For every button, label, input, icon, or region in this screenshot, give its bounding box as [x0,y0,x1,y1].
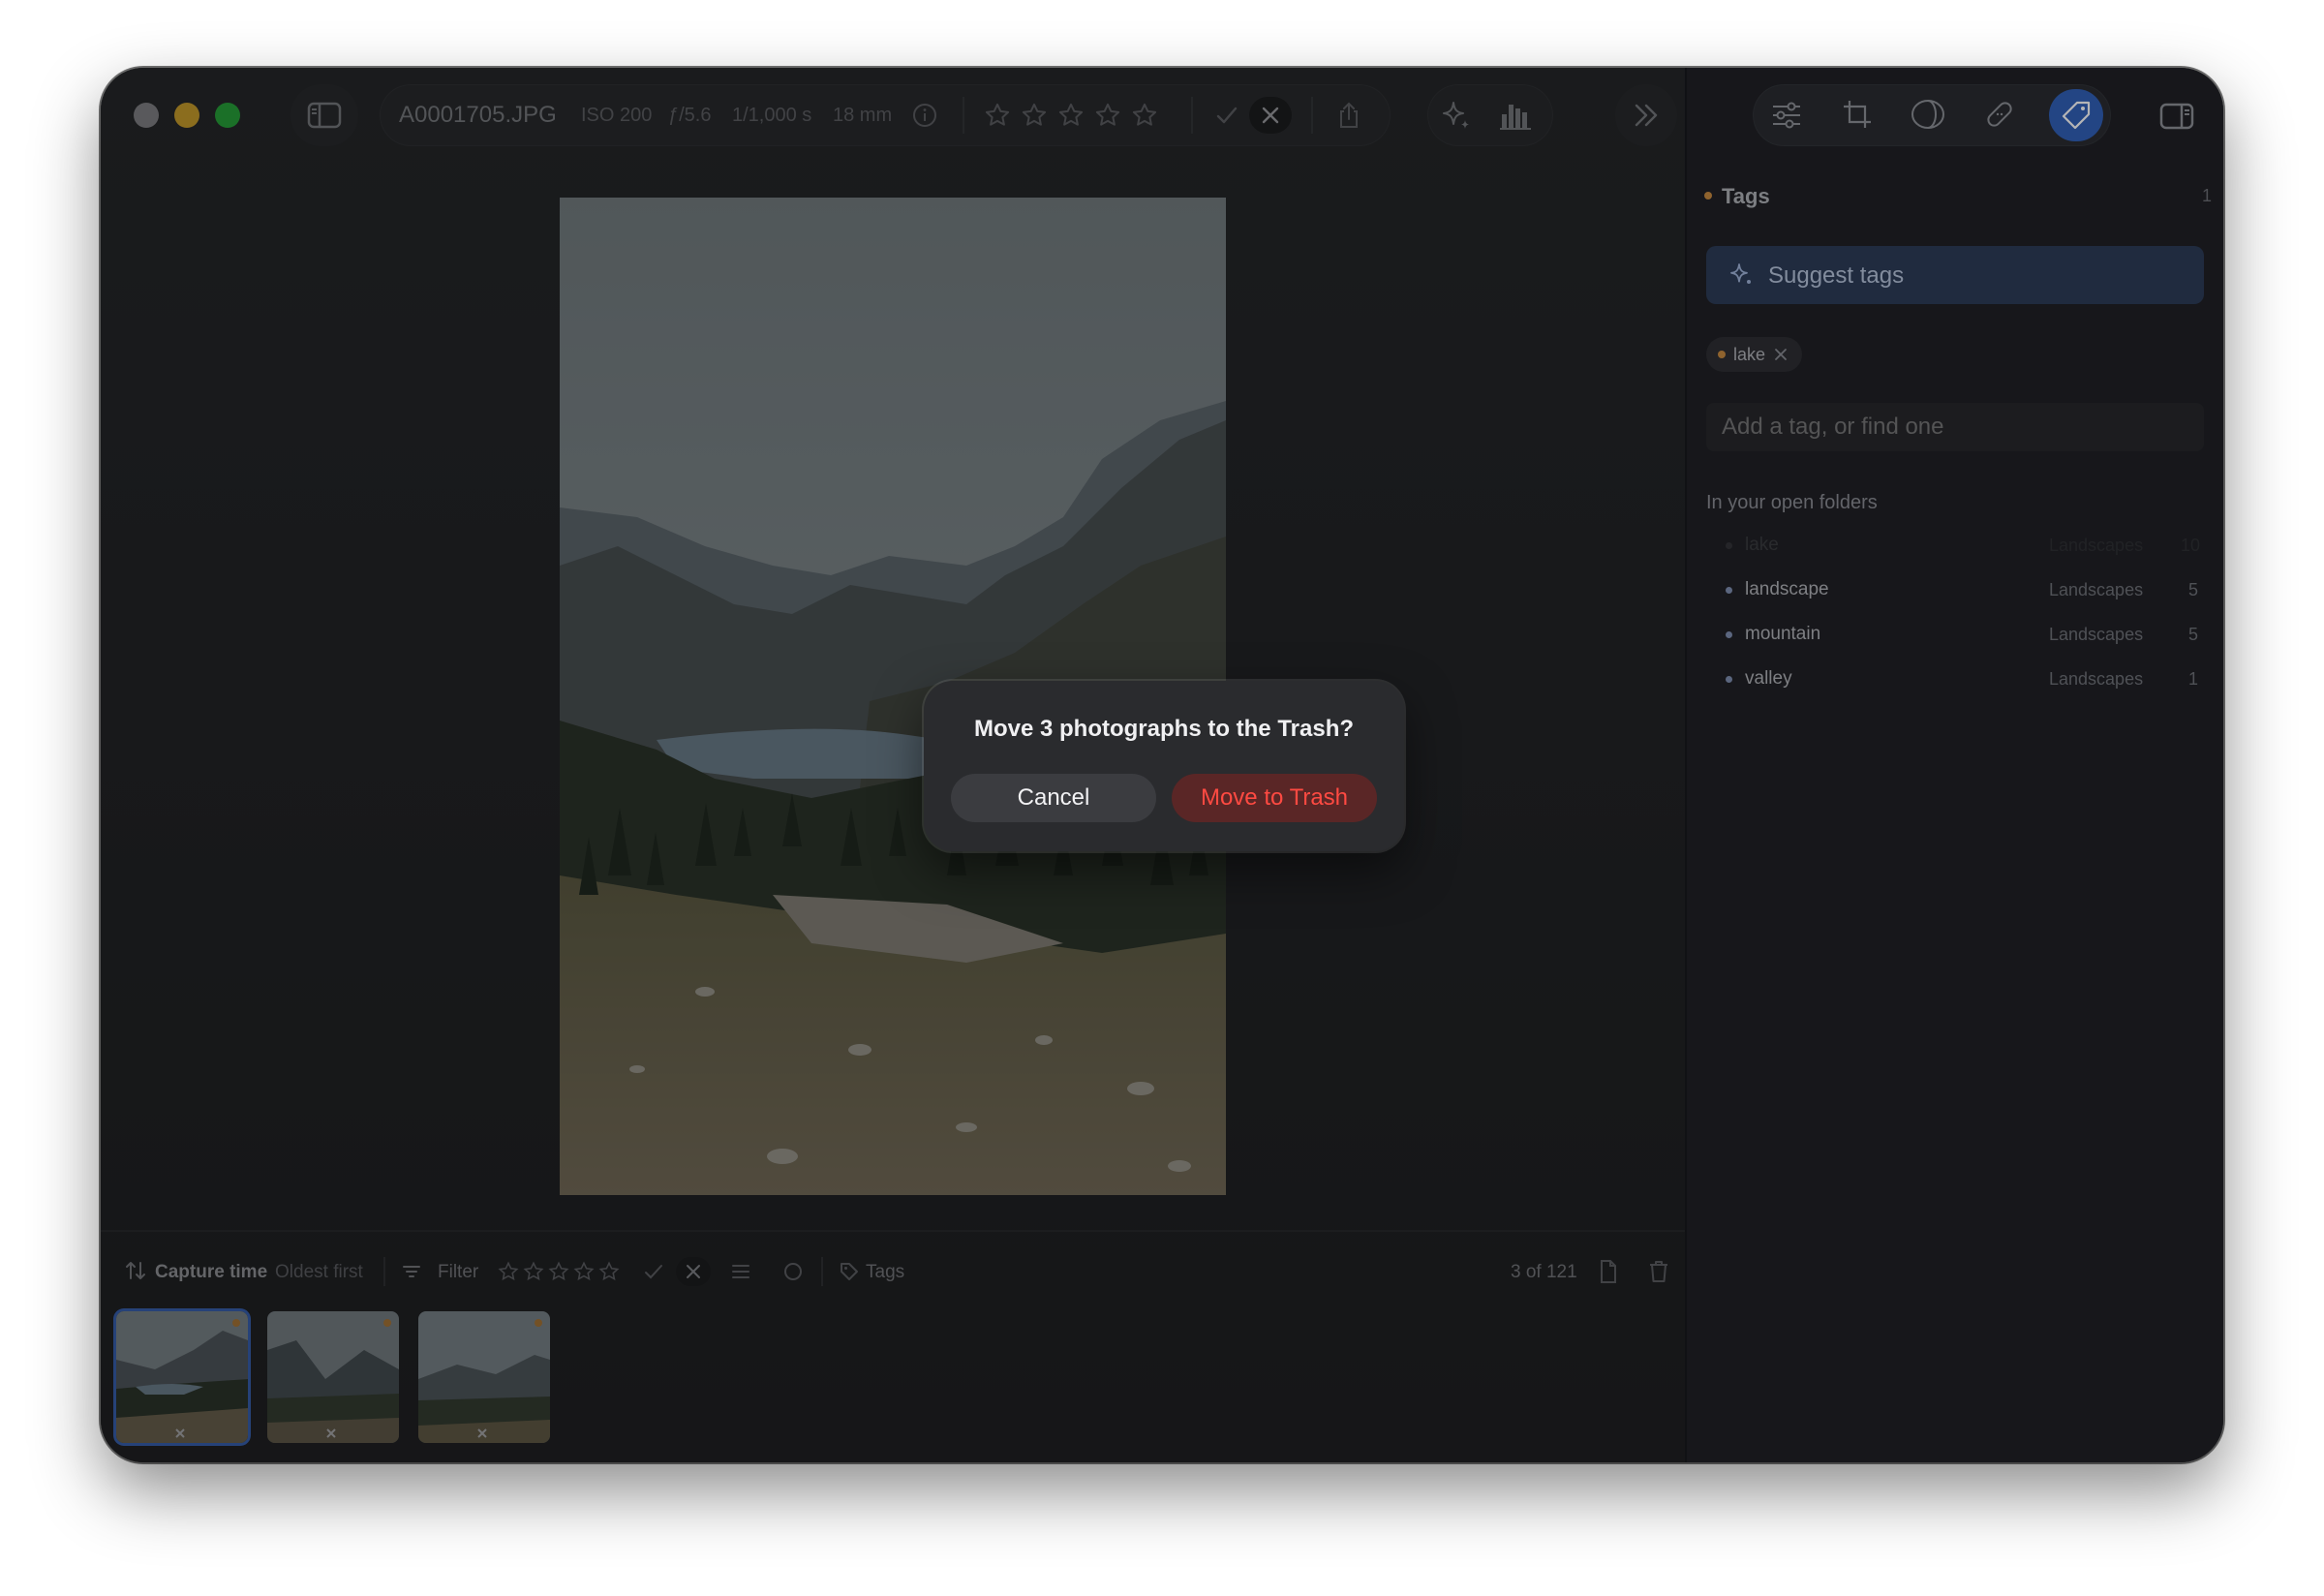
trash-confirm-dialog: Move 3 photographs to the Trash? Cancel … [924,681,1404,851]
app-window: A0001705.JPG ISO 200 ƒ/5.6 1/1,000 s 18 … [101,68,2223,1462]
move-to-trash-button[interactable]: Move to Trash [1172,774,1377,822]
dialog-title: Move 3 photographs to the Trash? [973,716,1355,742]
modal-dim-overlay [101,68,1685,1462]
cancel-button[interactable]: Cancel [951,774,1156,822]
modal-dim-overlay-side [1685,68,2223,1462]
